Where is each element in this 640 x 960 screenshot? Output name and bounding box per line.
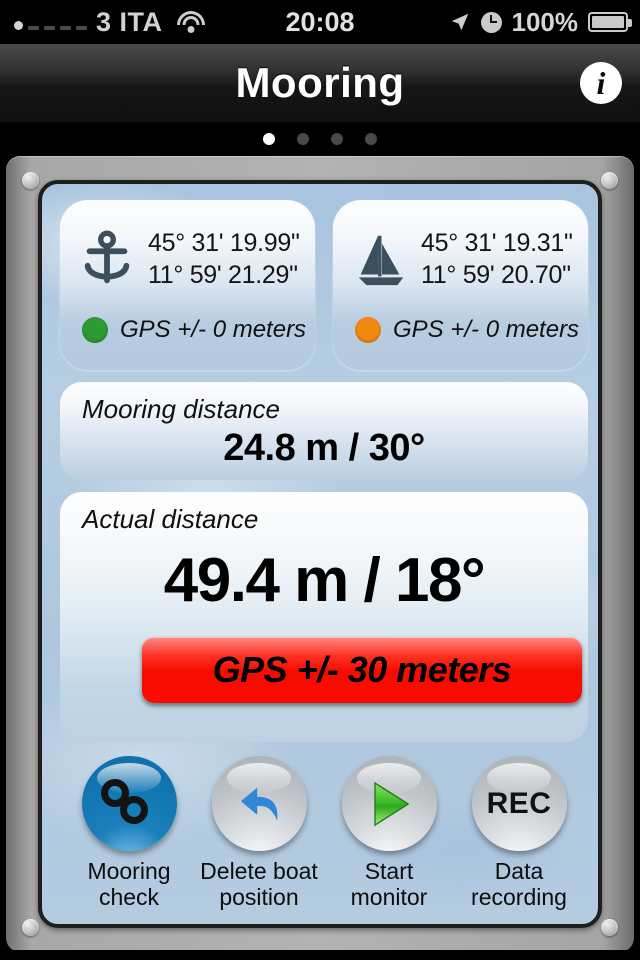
play-icon	[374, 781, 410, 826]
page-dot-2[interactable]	[297, 133, 309, 145]
action-toolbar: Mooring check Delete boat position Start…	[60, 756, 588, 916]
boat-longitude: 11° 59' 20.70"	[421, 260, 571, 289]
coordinates-row: 45° 31' 19.99" 11° 59' 21.29" GPS +/- 0 …	[60, 200, 588, 370]
gps-status-dot-orange	[355, 317, 381, 343]
anchor-coordinates: 45° 31' 19.99" 11° 59' 21.29"	[148, 229, 300, 290]
mooring-check-label: Mooring check	[87, 858, 171, 910]
screw-top-left	[22, 172, 39, 189]
info-button[interactable]: i	[580, 62, 622, 104]
boat-coordinates: 45° 31' 19.31" 11° 59' 20.70"	[421, 229, 573, 290]
page-dot-1[interactable]	[263, 133, 275, 145]
info-icon: i	[596, 65, 606, 101]
boat-gps-label: GPS +/- 0 meters	[393, 316, 580, 343]
start-monitor-orb[interactable]	[341, 756, 437, 851]
mooring-distance-value: 24.8 m / 30°	[223, 427, 425, 469]
alarm-clock-icon	[480, 11, 502, 33]
delete-boat-position-orb[interactable]	[211, 756, 307, 851]
mooring-check-orb[interactable]	[81, 756, 177, 851]
boat-gps-status: GPS +/- 0 meters	[333, 304, 588, 356]
mooring-check-button[interactable]: Mooring check	[66, 756, 192, 911]
rec-icon: REC	[486, 786, 552, 820]
data-recording-button[interactable]: REC Data recording	[456, 756, 582, 911]
gps-status-dot-green	[82, 317, 108, 343]
actual-distance-value: 49.4 m / 18°	[163, 546, 486, 615]
anchor-position-card[interactable]: 45° 31' 19.99" 11° 59' 21.29" GPS +/- 0 …	[60, 200, 315, 370]
screw-bottom-right	[601, 919, 618, 936]
boat-latitude: 45° 31' 19.31"	[421, 228, 573, 257]
status-bar-clock: 20:08	[285, 6, 355, 37]
home-indicator-bar	[0, 950, 640, 960]
data-recording-orb[interactable]: REC	[471, 756, 567, 851]
boat-position-card[interactable]: 45° 31' 19.31" 11° 59' 20.70" GPS +/- 0 …	[333, 200, 588, 370]
page-dot-3[interactable]	[331, 133, 343, 145]
navigation-bar: Mooring i	[0, 44, 640, 122]
anchor-gps-status: GPS +/- 0 meters	[60, 304, 315, 356]
mooring-distance-card: Mooring distance 24.8 m / 30°	[60, 382, 588, 480]
undo-arrow-icon	[240, 787, 278, 820]
page-indicator[interactable]	[0, 122, 640, 156]
delete-boat-position-button[interactable]: Delete boat position	[196, 756, 322, 911]
battery-icon	[588, 12, 632, 32]
anchor-icon	[74, 226, 140, 292]
anchor-card-top: 45° 31' 19.99" 11° 59' 21.29"	[60, 200, 315, 304]
delete-boat-position-label: Delete boat position	[200, 858, 318, 910]
actual-distance-card: Actual distance 49.4 m / 18° GPS +/- 30 …	[60, 492, 588, 742]
actual-distance-label: Actual distance	[82, 504, 259, 534]
gps-accuracy-alert-label: GPS +/- 30 meters	[212, 649, 512, 690]
device-frame: 45° 31' 19.99" 11° 59' 21.29" GPS +/- 0 …	[6, 156, 634, 952]
main-panel: 45° 31' 19.99" 11° 59' 21.29" GPS +/- 0 …	[38, 180, 602, 928]
start-monitor-button[interactable]: Start monitor	[326, 756, 452, 911]
page-title: Mooring	[235, 59, 405, 106]
mooring-distance-label: Mooring distance	[82, 394, 280, 424]
anchor-latitude: 45° 31' 19.99"	[148, 228, 300, 257]
anchor-longitude: 11° 59' 21.29"	[148, 260, 298, 289]
sailboat-icon	[347, 226, 413, 292]
data-recording-label: Data recording	[471, 858, 567, 910]
status-bar: 3 ITA 20:08 100%	[0, 0, 640, 44]
screw-bottom-left	[22, 919, 39, 936]
start-monitor-label: Start monitor	[350, 858, 428, 910]
gps-accuracy-alert-button[interactable]: GPS +/- 30 meters	[142, 637, 582, 703]
screw-top-right	[601, 172, 618, 189]
page-dot-4[interactable]	[365, 133, 377, 145]
anchor-gps-label: GPS +/- 0 meters	[120, 316, 307, 343]
chain-link-icon	[101, 778, 157, 829]
boat-card-top: 45° 31' 19.31" 11° 59' 20.70"	[333, 200, 588, 304]
